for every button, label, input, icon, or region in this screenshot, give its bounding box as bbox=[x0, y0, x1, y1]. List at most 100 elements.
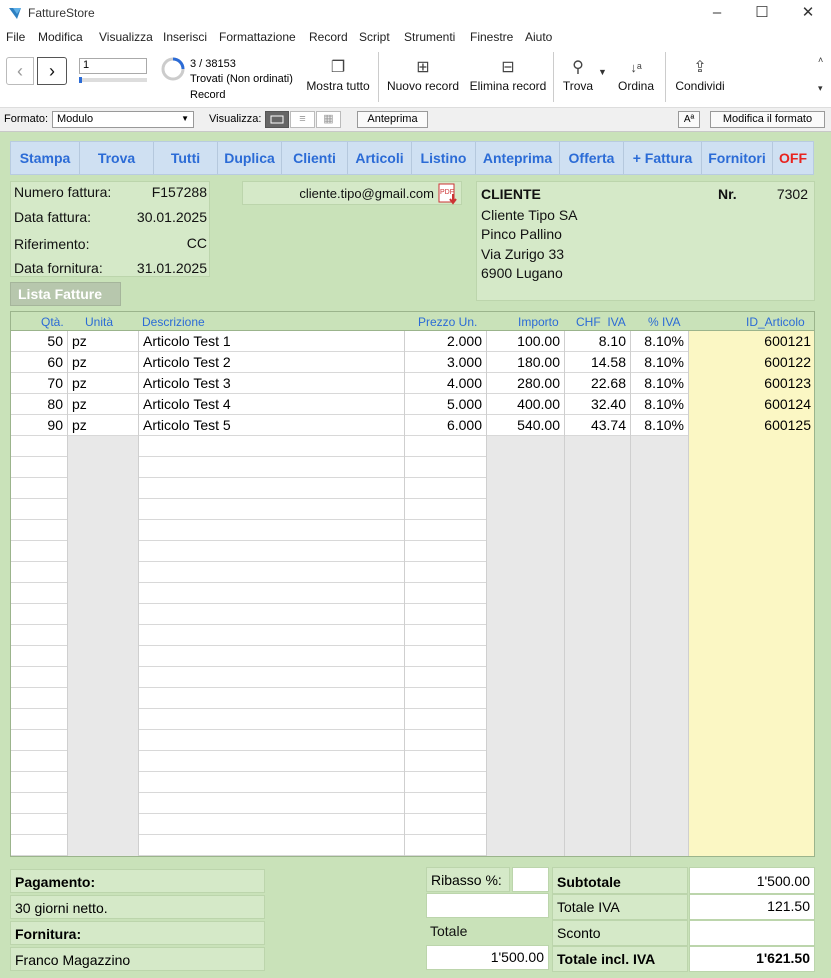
cell-unit[interactable] bbox=[68, 478, 139, 499]
cell-unit[interactable]: pz bbox=[68, 373, 139, 394]
cell-qty[interactable] bbox=[11, 625, 68, 646]
client-name[interactable]: Cliente Tipo SA bbox=[481, 207, 578, 223]
cell-vat-percent[interactable] bbox=[631, 772, 689, 793]
cell-description[interactable] bbox=[139, 793, 405, 814]
table-view-button[interactable]: ▦ bbox=[316, 111, 341, 128]
cell-unit[interactable] bbox=[68, 667, 139, 688]
cell-unit[interactable]: pz bbox=[68, 394, 139, 415]
cell-unit-price[interactable] bbox=[405, 835, 487, 856]
nav-listino-button[interactable]: Listino bbox=[412, 142, 476, 174]
cell-chf-vat[interactable] bbox=[565, 814, 631, 835]
payment-field[interactable]: 30 giorni netto. bbox=[10, 895, 265, 919]
menu-formattazione[interactable]: Formattazione bbox=[219, 30, 296, 44]
cell-vat-percent[interactable] bbox=[631, 730, 689, 751]
cell-unit[interactable] bbox=[68, 541, 139, 562]
record-slider[interactable] bbox=[79, 77, 147, 83]
cell-unit-price[interactable] bbox=[405, 562, 487, 583]
cell-vat-percent[interactable] bbox=[631, 583, 689, 604]
cell-chf-vat[interactable] bbox=[565, 562, 631, 583]
cell-description[interactable] bbox=[139, 688, 405, 709]
sconto-field[interactable] bbox=[689, 920, 815, 946]
cell-article-id[interactable] bbox=[689, 709, 814, 730]
cell-description[interactable]: Articolo Test 4 bbox=[139, 394, 405, 415]
cell-qty[interactable] bbox=[11, 583, 68, 604]
total-field[interactable]: 1'500.00 bbox=[426, 945, 549, 970]
toolbar-menu-icon[interactable]: ▾ bbox=[818, 83, 823, 94]
cell-vat-percent[interactable] bbox=[631, 646, 689, 667]
cell-amount[interactable] bbox=[487, 541, 565, 562]
cell-description[interactable] bbox=[139, 457, 405, 478]
cell-description[interactable] bbox=[139, 562, 405, 583]
cell-vat-percent[interactable] bbox=[631, 457, 689, 478]
cell-unit-price[interactable] bbox=[405, 772, 487, 793]
cell-vat-percent[interactable]: 8.10% bbox=[631, 352, 689, 373]
cell-qty[interactable] bbox=[11, 457, 68, 478]
subtotal-field[interactable]: 1'500.00 bbox=[689, 867, 815, 894]
cell-unit[interactable] bbox=[68, 583, 139, 604]
format-select[interactable]: Modulo ▼ bbox=[52, 111, 194, 128]
reference-field[interactable]: CC bbox=[120, 235, 207, 251]
cell-amount[interactable]: 280.00 bbox=[487, 373, 565, 394]
cell-chf-vat[interactable]: 43.74 bbox=[565, 415, 631, 436]
next-record-button[interactable]: › bbox=[37, 57, 67, 85]
cell-vat-percent[interactable] bbox=[631, 793, 689, 814]
cell-article-id[interactable] bbox=[689, 688, 814, 709]
client-street[interactable]: Via Zurigo 33 bbox=[481, 246, 564, 262]
cell-qty[interactable]: 60 bbox=[11, 352, 68, 373]
email-field[interactable]: cliente.tipo@gmail.com bbox=[244, 186, 434, 201]
prev-record-button[interactable]: ‹ bbox=[6, 57, 34, 85]
cell-qty[interactable] bbox=[11, 688, 68, 709]
cell-article-id[interactable] bbox=[689, 814, 814, 835]
cell-amount[interactable]: 180.00 bbox=[487, 352, 565, 373]
cell-description[interactable] bbox=[139, 772, 405, 793]
cell-chf-vat[interactable]: 22.68 bbox=[565, 373, 631, 394]
cell-qty[interactable] bbox=[11, 793, 68, 814]
nav-clienti-button[interactable]: Clienti bbox=[282, 142, 348, 174]
cell-unit[interactable] bbox=[68, 751, 139, 772]
cell-description[interactable] bbox=[139, 730, 405, 751]
cell-amount[interactable] bbox=[487, 436, 565, 457]
cell-qty[interactable] bbox=[11, 646, 68, 667]
cell-chf-vat[interactable] bbox=[565, 604, 631, 625]
cell-unit-price[interactable] bbox=[405, 499, 487, 520]
nav-articoli-button[interactable]: Articoli bbox=[348, 142, 412, 174]
cell-article-id[interactable] bbox=[689, 793, 814, 814]
nav-tutti-button[interactable]: Tutti bbox=[154, 142, 218, 174]
cell-description[interactable] bbox=[139, 709, 405, 730]
menu-aiuto[interactable]: Aiuto bbox=[525, 30, 552, 44]
menu-file[interactable]: File bbox=[6, 30, 25, 44]
discount-amount-field[interactable] bbox=[426, 893, 549, 918]
cell-article-id[interactable] bbox=[689, 457, 814, 478]
minimize-icon[interactable]: – bbox=[706, 3, 728, 23]
find-button[interactable]: ⚲ Trova bbox=[560, 57, 596, 93]
cell-vat-percent[interactable] bbox=[631, 499, 689, 520]
cell-vat-percent[interactable] bbox=[631, 814, 689, 835]
menu-inserisci[interactable]: Inserisci bbox=[163, 30, 207, 44]
cell-description[interactable]: Articolo Test 2 bbox=[139, 352, 405, 373]
cell-description[interactable] bbox=[139, 436, 405, 457]
cell-vat-percent[interactable] bbox=[631, 688, 689, 709]
cell-unit[interactable] bbox=[68, 520, 139, 541]
supply-field[interactable]: Franco Magazzino bbox=[10, 947, 265, 971]
form-view-button[interactable] bbox=[265, 111, 289, 128]
cell-unit-price[interactable] bbox=[405, 730, 487, 751]
cell-article-id[interactable]: 600124 bbox=[689, 394, 814, 415]
close-icon[interactable]: ✕ bbox=[797, 3, 819, 23]
cell-article-id[interactable] bbox=[689, 646, 814, 667]
cell-chf-vat[interactable] bbox=[565, 793, 631, 814]
cell-chf-vat[interactable]: 14.58 bbox=[565, 352, 631, 373]
cell-unit[interactable] bbox=[68, 835, 139, 856]
cell-amount[interactable] bbox=[487, 604, 565, 625]
cell-unit[interactable] bbox=[68, 814, 139, 835]
cell-amount[interactable] bbox=[487, 667, 565, 688]
cell-vat-percent[interactable] bbox=[631, 604, 689, 625]
client-nr-field[interactable]: 7302 bbox=[750, 186, 808, 202]
cell-chf-vat[interactable] bbox=[565, 520, 631, 541]
cell-chf-vat[interactable] bbox=[565, 625, 631, 646]
cell-unit-price[interactable]: 2.000 bbox=[405, 331, 487, 352]
cell-description[interactable] bbox=[139, 478, 405, 499]
cell-description[interactable] bbox=[139, 625, 405, 646]
cell-vat-percent[interactable] bbox=[631, 751, 689, 772]
cell-unit[interactable] bbox=[68, 709, 139, 730]
cell-chf-vat[interactable]: 32.40 bbox=[565, 394, 631, 415]
